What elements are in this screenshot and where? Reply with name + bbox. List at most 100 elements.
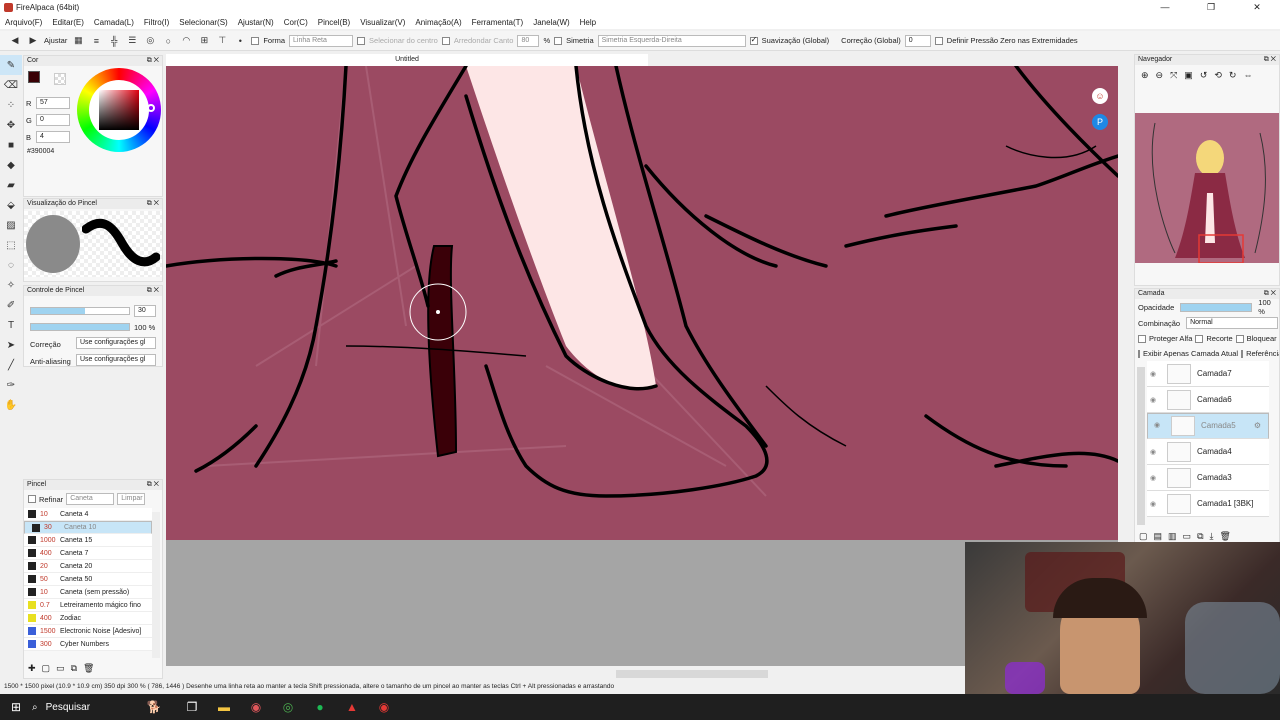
selecionar-centro-checkbox[interactable] [357,36,366,45]
brush-list-scrollbar[interactable] [152,512,160,658]
correcao-select[interactable]: 0 [904,34,931,47]
new-layer-8bit-icon[interactable]: ▤ [1154,531,1163,542]
menu-janela[interactable]: Janela(W) [528,18,574,27]
new-brush-icon[interactable]: ▢ [42,663,51,674]
brush-item[interactable]: 1000 Caneta 15 [24,534,152,547]
layer-item[interactable]: ◉ Camada6 [1147,387,1269,413]
menu-pincel[interactable]: Pincel(B) [313,18,355,27]
layer-item-selected[interactable]: ◉ Camada5 ⚙ [1147,413,1269,439]
panel-close-icon[interactable]: ⧉ ✕ [1264,55,1276,65]
layer-opacity-slider[interactable] [1180,302,1253,312]
move-tool-icon[interactable]: ✥ [0,115,22,135]
next-icon[interactable]: ▶ [26,34,40,48]
show-only-checkbox[interactable] [1138,349,1140,358]
new-layer-1bit-icon[interactable]: ▥ [1168,531,1177,542]
g-input[interactable]: 0 [36,114,70,126]
close-button[interactable]: ✕ [1234,0,1280,15]
hand-tool-icon[interactable]: ✋ [0,395,22,415]
layer-item[interactable]: ◉ Camada4 [1147,439,1269,465]
taskbar-search[interactable]: ⌕ Pesquisar [32,702,132,713]
windows-start-icon[interactable]: ⊞ [0,700,32,714]
simetria-select[interactable]: Simetria Esquerda-Direita [597,34,746,47]
menu-arquivo[interactable]: Arquivo(F) [0,18,47,27]
document-tab[interactable]: Untitled [166,54,648,66]
brush-item[interactable]: 400 Zodiac [24,612,152,625]
correcao-brush-select[interactable]: Use configurações gl [76,337,156,349]
brush-size-slider[interactable] [30,307,130,315]
layer-item[interactable]: ◉ Camada7 [1147,361,1269,387]
drawing-canvas[interactable] [166,66,1118,540]
alpaca-icon[interactable]: ☺ [1092,88,1108,104]
hue-handle[interactable] [147,104,155,112]
snap-curve-icon[interactable]: ◠ [179,34,193,48]
brush-item[interactable]: 20 Caneta 20 [24,560,152,573]
fill-tool-icon[interactable]: ⬙ [0,195,22,215]
canvas-hscroll-thumb[interactable] [616,670,768,678]
app-icon[interactable]: ◉ [240,700,272,714]
rotate-left-icon[interactable]: ↺ [1200,70,1208,81]
search-highlight-icon[interactable]: 🐕 [132,700,176,714]
task-view-icon[interactable]: ❐ [176,700,208,714]
snap-cross-icon[interactable]: ╬ [107,34,121,48]
suavizacao-checkbox[interactable] [749,35,758,45]
fill-rect-tool-icon[interactable]: ■ [0,135,22,155]
brush-item-selected[interactable]: 30 Caneta 10 [24,521,152,534]
menu-ferramenta[interactable]: Ferramenta(T) [467,18,529,27]
operation-tool-icon[interactable]: ➤ [0,335,22,355]
prev-icon[interactable]: ◀ [8,34,22,48]
zoom-in-icon[interactable]: ⊕ [1141,70,1149,81]
fit-icon[interactable]: ⤧ [1170,70,1177,81]
menu-visualizar[interactable]: Visualizar(V) [355,18,410,27]
menu-selecionar[interactable]: Selecionar(S) [174,18,232,27]
brush-item[interactable]: 10 Caneta 4 [24,508,152,521]
primary-color-swatch[interactable] [28,71,40,83]
forma-checkbox[interactable] [251,36,260,45]
reference-checkbox[interactable] [1241,349,1244,358]
lock-checkbox[interactable] [1235,334,1244,343]
lasso-tool-icon[interactable]: ◌ [0,255,22,275]
new-layer-icon[interactable]: ▢ [1139,531,1148,542]
select-pen-tool-icon[interactable]: ✐ [0,295,22,315]
trash-icon[interactable]: 🗑 [83,663,94,674]
folder-icon[interactable]: ▭ [56,663,65,674]
r-input[interactable]: 57 [36,97,70,109]
eye-icon[interactable]: ◉ [1147,500,1159,508]
menu-camada[interactable]: Camada(L) [89,18,139,27]
canvas-vscrollbar[interactable] [1118,66,1132,540]
select-tool-icon[interactable]: ⬚ [0,235,22,255]
brush-item[interactable]: 10 Caneta (sem pressão) [24,586,152,599]
dot-tool-icon[interactable]: ⁘ [0,95,22,115]
snap-circle-icon[interactable]: ○ [161,34,175,48]
eraser-tool-icon[interactable]: ⌫ [0,75,22,95]
snap-vanish-icon[interactable]: ☰ [125,34,139,48]
rotate-right-icon[interactable]: ↻ [1229,70,1237,81]
gradient-tool-icon[interactable]: ▨ [0,215,22,235]
add-brush-icon[interactable]: ✚ [28,663,36,674]
brush-opacity-slider[interactable] [30,323,130,331]
simetria-checkbox[interactable] [554,36,563,45]
protect-alpha-checkbox[interactable] [1138,334,1146,343]
pixiv-icon[interactable]: P [1092,114,1108,130]
panel-close-icon[interactable]: ⧉ ✕ [1264,289,1276,299]
panel-close-icon[interactable]: ⧉ ✕ [147,286,159,296]
actual-size-icon[interactable]: ▣ [1184,70,1193,81]
panel-close-icon[interactable]: ⧉ ✕ [147,56,159,66]
menu-ajustar[interactable]: Ajustar(N) [233,18,279,27]
zoom-out-icon[interactable]: ⊖ [1156,70,1164,81]
brush-tool-icon[interactable]: ✎ [0,55,22,75]
forma-select[interactable]: Linha Reta [289,34,354,47]
brush-item[interactable]: 50 Caneta 50 [24,573,152,586]
magic-wand-tool-icon[interactable]: ✧ [0,275,22,295]
paint-tool-icon[interactable]: ▰ [0,175,22,195]
brush-size-input[interactable]: 30 [134,305,156,317]
gear-icon[interactable]: ⚙ [1254,421,1261,431]
firealpaca-taskbar-icon[interactable]: ▲ [336,700,368,714]
antialias-select[interactable]: Use configurações gl [76,354,156,366]
dot-icon[interactable]: • [233,34,247,48]
delete-layer-icon[interactable]: 🗑 [1219,531,1230,542]
snap-3d-icon[interactable]: ⊤ [215,34,229,48]
duplicate-icon[interactable]: ⧉ [71,663,77,674]
menu-editar[interactable]: Editar(E) [47,18,89,27]
snap-off-icon[interactable]: ▦ [71,34,85,48]
arredondar-checkbox[interactable] [441,36,450,45]
